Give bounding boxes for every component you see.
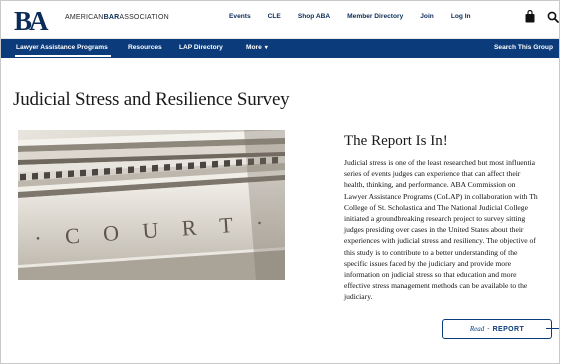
- tab-lap-directory[interactable]: LAP Directory: [179, 44, 223, 51]
- site-header: BA AMERICANBARASSOCIATION Events CLE Sho…: [1, 1, 559, 39]
- page-title: Judicial Stress and Resilience Survey: [13, 89, 290, 110]
- tab-more[interactable]: More ▾: [246, 44, 268, 51]
- report-heading: The Report Is In!: [344, 133, 448, 149]
- report-line: judiciary.: [344, 292, 373, 302]
- chevron-down-icon: ▾: [264, 45, 268, 51]
- report-line: specific issues faced by the judiciary a…: [344, 258, 512, 268]
- nav-shop-aba[interactable]: Shop ABA: [298, 13, 330, 20]
- report-line: this study is to contribute to a better …: [344, 247, 518, 257]
- browser-frame: BA AMERICANBARASSOCIATION Events CLE Sho…: [0, 0, 560, 364]
- tab-more-label: More: [246, 44, 262, 51]
- aba-logo[interactable]: BA: [13, 6, 59, 34]
- brand-name-prefix: AMERICAN: [65, 14, 104, 21]
- nav-cle[interactable]: CLE: [268, 13, 281, 20]
- arrow-line-icon: [546, 328, 559, 329]
- active-tab-indicator: [15, 55, 111, 57]
- report-line: initiated a groundbreaking research proj…: [344, 214, 526, 224]
- brand-name-suffix: ASSOCIATION: [119, 14, 169, 21]
- shopping-bag-icon[interactable]: [525, 10, 535, 23]
- search-icon[interactable]: [547, 11, 559, 23]
- report-line: Lawyer Assistance Programs (CoLAP) in co…: [344, 191, 538, 201]
- report-description: Judicial stress is one of the least rese…: [344, 157, 559, 303]
- nav-join[interactable]: Join: [420, 13, 434, 20]
- report-line: judges presiding over cases in the Unite…: [344, 225, 524, 235]
- report-line: College of St. Scholastica and The Natio…: [344, 202, 528, 212]
- report-line: Judicial stress is one of the least rese…: [344, 158, 536, 167]
- read-dash: -: [487, 325, 490, 333]
- report-line: effective stress management methods can …: [344, 281, 528, 291]
- nav-member-directory[interactable]: Member Directory: [347, 13, 403, 20]
- brand-name[interactable]: AMERICANBARASSOCIATION: [65, 14, 169, 21]
- report-line: health, thinking, and performance. ABA C…: [344, 180, 516, 190]
- tab-lawyer-assistance-programs[interactable]: Lawyer Assistance Programs: [16, 44, 108, 51]
- nav-events[interactable]: Events: [229, 13, 251, 20]
- top-navigation: Events CLE Shop ABA Member Directory Joi…: [229, 13, 488, 20]
- section-navigation: Lawyer Assistance Programs Resources LAP…: [1, 39, 559, 58]
- courthouse-photo: · C O U R T · H: [18, 130, 285, 280]
- report-line: information on judicial stress so that e…: [344, 270, 517, 280]
- nav-log-in[interactable]: Log In: [451, 13, 471, 20]
- read-label: Read: [469, 325, 485, 333]
- tab-resources[interactable]: Resources: [128, 44, 162, 51]
- report-line: series of events judges can experience t…: [344, 169, 521, 179]
- search-this-group-link[interactable]: Search This Group: [494, 44, 553, 51]
- report-label: REPORT: [492, 325, 525, 333]
- report-line: experiences with judicial stress and res…: [344, 236, 536, 246]
- read-report-button[interactable]: Read - REPORT: [442, 319, 552, 339]
- brand-name-bold: BAR: [103, 14, 120, 21]
